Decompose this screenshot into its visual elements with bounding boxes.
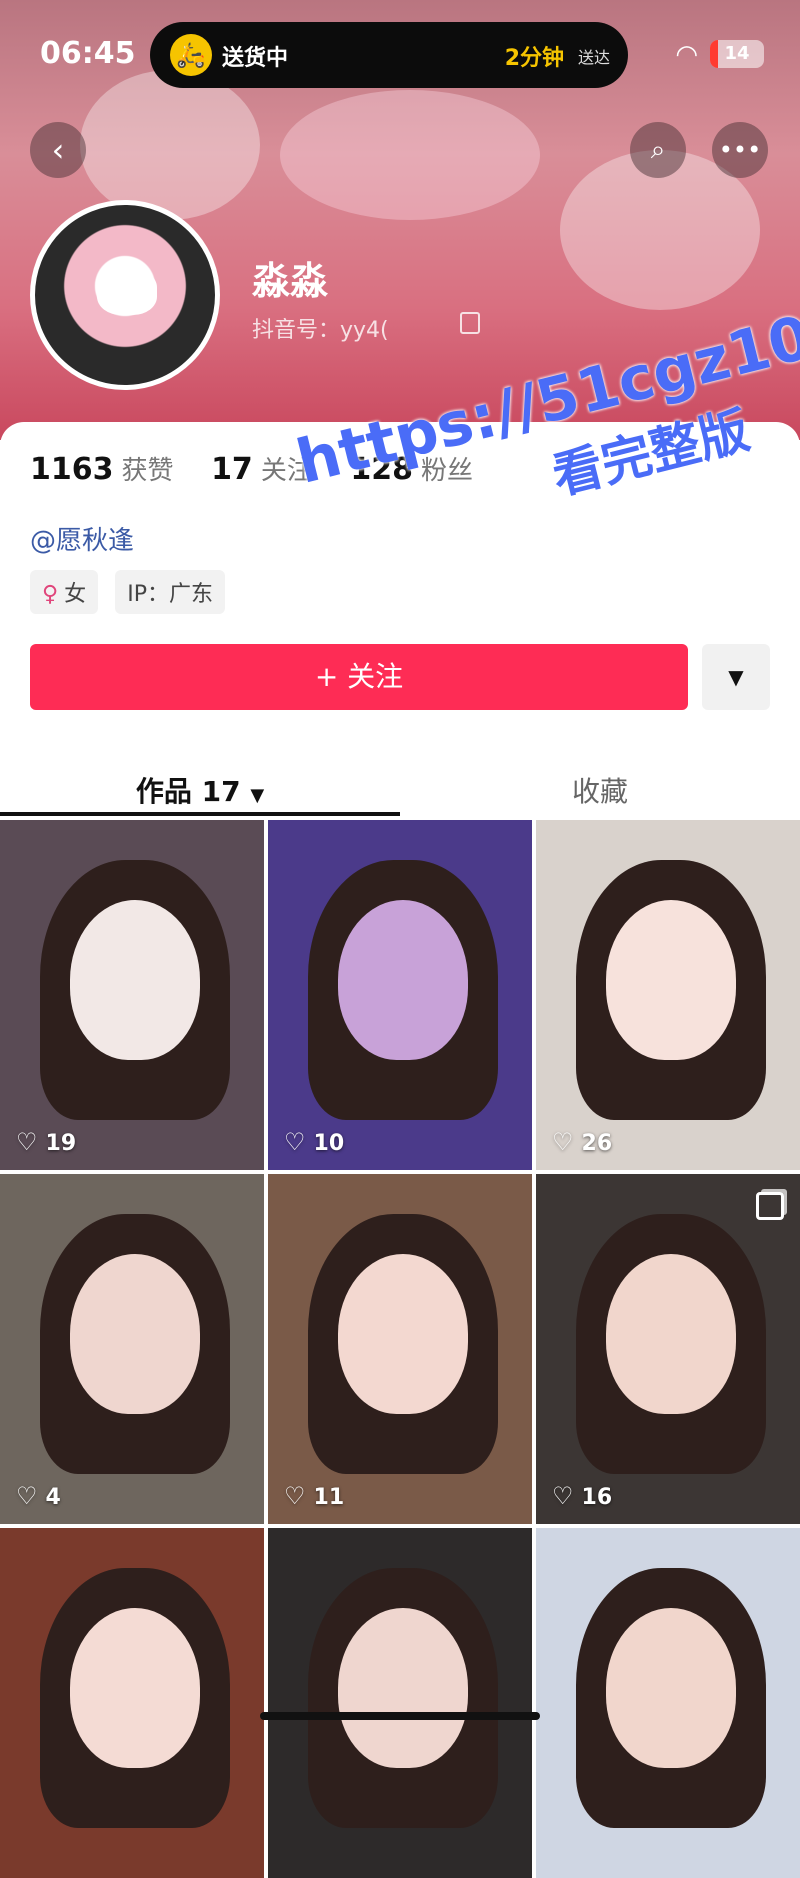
likes-stat[interactable]: 1163 获赞 xyxy=(30,450,174,487)
caret-down-icon: ▼ xyxy=(728,665,744,689)
like-count-value: 11 xyxy=(313,1485,345,1510)
heart-icon: ♡ xyxy=(16,1482,38,1510)
like-count: ♡ 11 xyxy=(284,1482,344,1510)
face-shape xyxy=(606,1608,736,1768)
work-tile[interactable]: ♡ 26 xyxy=(536,820,800,1170)
face-shape xyxy=(606,1254,736,1414)
avatar[interactable] xyxy=(30,200,220,390)
face-shape xyxy=(606,900,736,1060)
face-shape xyxy=(70,900,200,1060)
wifi-icon: ◠ xyxy=(675,40,698,70)
likes-label: 获赞 xyxy=(121,456,174,486)
face-shape xyxy=(338,1254,468,1414)
heart-icon: ♡ xyxy=(552,1482,574,1510)
work-tile[interactable] xyxy=(0,1528,264,1878)
battery-low-icon xyxy=(710,40,718,68)
work-tile[interactable]: ♡ 10 xyxy=(268,820,532,1170)
dynamic-island-delivery[interactable]: 🛵 送货中 2分钟 送达 xyxy=(150,22,628,88)
mention-link[interactable]: @愿秋逢 xyxy=(30,520,134,557)
cover-decor xyxy=(80,70,260,220)
recommend-dropdown-button[interactable]: ▼ xyxy=(702,644,770,710)
like-count: ♡ 4 xyxy=(16,1482,61,1510)
like-count-value: 26 xyxy=(581,1131,613,1156)
caret-down-icon: ▼ xyxy=(250,785,265,806)
like-count: ♡ 19 xyxy=(16,1128,76,1156)
delivery-eta-suffix: 送达 xyxy=(577,48,610,67)
heart-icon: ♡ xyxy=(284,1128,306,1156)
heart-icon: ♡ xyxy=(552,1128,574,1156)
delivery-status: 送货中 xyxy=(222,46,289,71)
face-shape xyxy=(338,1608,468,1768)
status-bar: 06:45 🛵 送货中 2分钟 送达 ◠ 14 xyxy=(0,22,800,88)
like-count-value: 4 xyxy=(45,1485,61,1510)
face-shape xyxy=(70,1254,200,1414)
work-tile[interactable]: ♡ 16 xyxy=(536,1174,800,1524)
like-count: ♡ 26 xyxy=(552,1128,612,1156)
more-options-button[interactable]: ••• xyxy=(712,122,768,178)
like-count: ♡ 16 xyxy=(552,1482,612,1510)
likes-count: 1163 xyxy=(30,452,114,487)
profile-tags: ♀ 女 IP：广东 xyxy=(30,570,237,614)
copy-id-icon[interactable] xyxy=(460,312,480,334)
follow-button[interactable]: + 关注 xyxy=(30,644,688,710)
face-shape xyxy=(70,1608,200,1768)
heart-icon: ♡ xyxy=(16,1128,38,1156)
work-tile[interactable] xyxy=(536,1528,800,1878)
like-count: ♡ 10 xyxy=(284,1128,344,1156)
active-tab-indicator xyxy=(0,812,400,816)
work-tile[interactable] xyxy=(268,1528,532,1878)
gender-tag: ♀ 女 xyxy=(30,570,99,614)
more-dots-icon: ••• xyxy=(718,136,762,164)
back-button[interactable]: ‹ xyxy=(30,122,86,178)
avatar-face xyxy=(97,269,157,315)
cover-decor xyxy=(280,90,540,220)
status-time: 06:45 xyxy=(40,36,136,71)
delivery-scooter-icon: 🛵 xyxy=(170,34,212,76)
delivery-eta: 2分钟 xyxy=(504,46,564,71)
work-tile[interactable]: ♡ 4 xyxy=(0,1174,264,1524)
heart-icon: ♡ xyxy=(284,1482,306,1510)
profile-sheet: 1163 获赞 17 关注 128 粉丝 @愿秋逢 ♀ 女 IP：广东 + 关注 ▼ 作… xyxy=(0,422,800,1878)
multi-image-icon xyxy=(756,1192,784,1220)
female-icon: ♀ xyxy=(42,582,59,607)
work-tile[interactable]: ♡ 11 xyxy=(268,1174,532,1524)
like-count-value: 16 xyxy=(581,1485,613,1510)
face-shape xyxy=(338,900,468,1060)
ip-tag: IP：广东 xyxy=(115,570,225,614)
battery-indicator: 14 xyxy=(710,40,764,68)
douyin-id: 抖音号：yy4( xyxy=(252,318,389,343)
like-count-value: 19 xyxy=(45,1131,77,1156)
like-count-value: 10 xyxy=(313,1131,345,1156)
battery-level: 14 xyxy=(724,43,750,64)
tab-works-label: 作品 17 xyxy=(135,775,241,808)
home-indicator xyxy=(260,1712,540,1720)
gender-label: 女 xyxy=(64,582,87,607)
chevron-left-icon: ‹ xyxy=(51,131,65,169)
display-name: 淼淼 xyxy=(252,259,329,303)
search-button[interactable]: ⌕ xyxy=(630,122,686,178)
search-icon: ⌕ xyxy=(650,135,666,165)
work-tile[interactable]: ♡ 19 xyxy=(0,820,264,1170)
following-count: 17 xyxy=(211,452,253,487)
